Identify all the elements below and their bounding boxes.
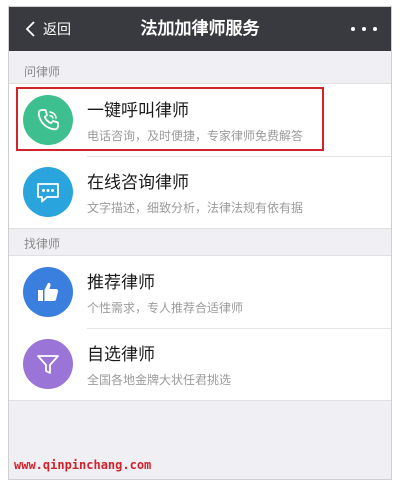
- more-dot-icon: [373, 27, 377, 31]
- page-title: 法加加律师服务: [140, 19, 260, 39]
- find-lawyer-list: 推荐律师 个性需求，专人推荐合适律师 自选律师 全国各地金牌大状任君挑选: [9, 255, 391, 401]
- more-dot-icon: [362, 27, 366, 31]
- filter-funnel-icon: [37, 355, 59, 374]
- phone-icon: [37, 109, 59, 131]
- call-icon-circle: [23, 95, 73, 145]
- section-label-find-lawyer: 找律师: [24, 237, 61, 251]
- list-item-recommend-lawyer[interactable]: 推荐律师 个性需求，专人推荐合适律师: [9, 256, 391, 328]
- more-options-button[interactable]: [351, 7, 377, 51]
- item-description: 全国各地金牌大状任君挑选: [87, 373, 232, 387]
- filter-icon-circle: [23, 339, 73, 389]
- navigation-bar: 返回 法加加律师服务: [9, 7, 391, 51]
- chat-bubble-icon: [37, 183, 59, 203]
- list-item-call-lawyer[interactable]: 一键呼叫律师 电话咨询，及时便捷，专家律师免费解答: [9, 84, 391, 156]
- item-title: 自选律师: [87, 345, 155, 365]
- thumbs-up-icon: [38, 282, 59, 301]
- watermark-text: www.qinpinchang.com: [14, 458, 152, 472]
- ask-lawyer-list: 一键呼叫律师 电话咨询，及时便捷，专家律师免费解答 在线咨询律师 文字描述，细致…: [9, 83, 391, 229]
- item-description: 个性需求，专人推荐合适律师: [87, 301, 244, 315]
- list-item-online-consult[interactable]: 在线咨询律师 文字描述，细致分析，法律法规有依有据: [9, 156, 391, 228]
- item-description: 电话咨询，及时便捷，专家律师免费解答: [87, 129, 304, 143]
- list-item-choose-lawyer[interactable]: 自选律师 全国各地金牌大状任君挑选: [9, 328, 391, 400]
- thumbs-up-icon-circle: [23, 267, 73, 317]
- item-description: 文字描述，细致分析，法律法规有依有据: [87, 201, 304, 215]
- item-title: 推荐律师: [87, 273, 155, 293]
- more-dot-icon: [351, 27, 355, 31]
- app-screen: 返回 法加加律师服务 问律师 一键呼叫律师 电话咨询，及时便捷，专家律师免费解答: [8, 6, 392, 480]
- chat-icon-circle: [23, 167, 73, 217]
- item-title: 一键呼叫律师: [87, 101, 189, 121]
- section-label-ask-lawyer: 问律师: [24, 65, 61, 79]
- item-title: 在线咨询律师: [87, 173, 189, 193]
